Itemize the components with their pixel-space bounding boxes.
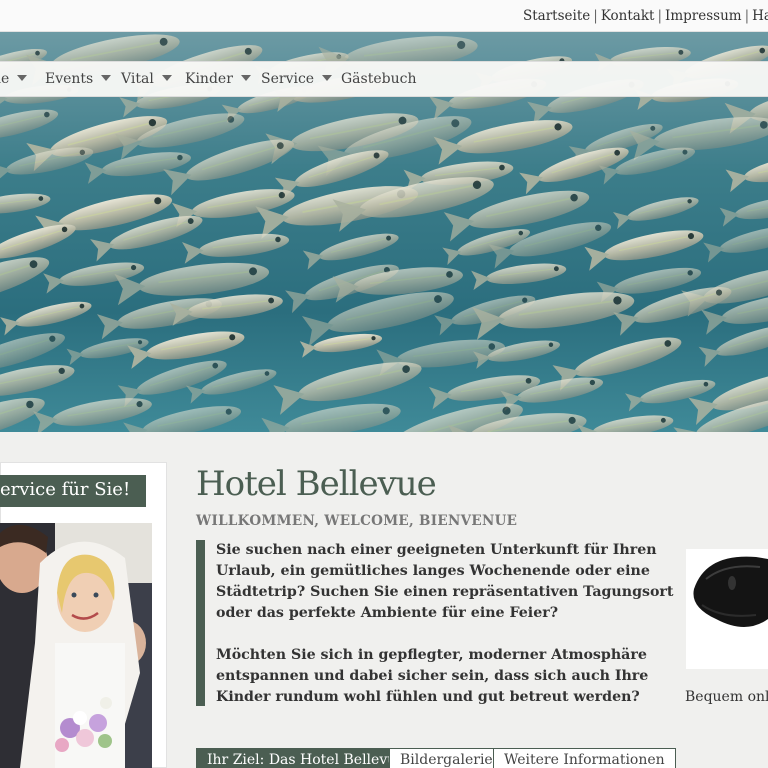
page-title: Hotel Bellevue <box>196 464 437 504</box>
link-kontakt[interactable]: Kontakt <box>601 8 655 24</box>
computer-mouse-image[interactable] <box>686 549 768 669</box>
page-subtitle: WILLKOMMEN, WELCOME, BIENVENUE <box>196 513 518 529</box>
fish-shape <box>576 410 676 432</box>
separator: | <box>593 8 598 24</box>
nav-label: Kinder <box>185 71 233 87</box>
separator: | <box>657 8 662 24</box>
nav-label: ne <box>0 71 10 87</box>
link-startseite[interactable]: Startseite <box>523 8 590 24</box>
nav-item-vital[interactable]: Vital <box>121 71 172 87</box>
service-banner-label: ervice für Sie! <box>0 479 131 500</box>
fish-shape <box>428 368 543 411</box>
intro-paragraph: Möchten Sie sich in gepflegter, moderner… <box>216 647 649 705</box>
nav-item-service[interactable]: Service <box>261 71 333 87</box>
fish-shape <box>0 188 53 221</box>
nav-item-gaestebuch[interactable]: Gästebuch <box>341 71 416 87</box>
intro-blockquote: Sie suchen nach einer geeigneten Unterku… <box>196 540 680 706</box>
fish-shape <box>719 190 768 228</box>
chevron-down-icon <box>161 75 172 81</box>
nav-item-home[interactable]: ne <box>0 71 28 87</box>
fish-shape <box>126 324 248 370</box>
tab-weitere-informationen[interactable]: Weitere Informationen <box>493 748 676 768</box>
top-utility-bar: Startseite|Kontakt|Impressum|Haftu <box>0 0 768 32</box>
top-links: Startseite|Kontakt|Impressum|Haftu <box>523 8 768 24</box>
fish-shape <box>0 295 95 337</box>
tab-bildergalerie[interactable]: Bildergalerie <box>389 748 504 768</box>
service-banner[interactable]: ervice für Sie! <box>0 475 146 507</box>
wedding-illustration <box>0 523 152 768</box>
mouse-illustration <box>686 549 768 669</box>
nav-item-events[interactable]: Events <box>45 71 112 87</box>
link-haftung[interactable]: Haftu <box>752 8 768 24</box>
chevron-down-icon <box>322 75 333 81</box>
fish-shape <box>181 228 291 265</box>
link-impressum[interactable]: Impressum <box>665 8 742 24</box>
wedding-photo[interactable] <box>0 523 152 768</box>
nav-label: Gästebuch <box>341 71 417 87</box>
promo-caption[interactable]: Bequem onlin <box>685 689 768 705</box>
fish-shape <box>32 391 155 432</box>
nav-label: Events <box>45 71 94 87</box>
fish-shape <box>302 226 402 271</box>
main-nav: ne Events Vital Kinder Service Gästebuch <box>0 61 768 97</box>
tab-hotel-bellevue[interactable]: Ihr Ziel: Das Hotel Bellevue <box>196 748 416 768</box>
chevron-down-icon <box>101 75 112 81</box>
nav-label: Service <box>261 71 315 87</box>
fish-shape <box>470 258 568 291</box>
fish-shape <box>0 140 97 185</box>
fish-shape <box>612 191 702 230</box>
intro-paragraph: Sie suchen nach einer geeigneten Unterku… <box>216 542 674 621</box>
nav-item-kinder[interactable]: Kinder <box>185 71 251 87</box>
chevron-down-icon <box>17 75 28 81</box>
fish-shape <box>0 102 62 151</box>
fish-shape <box>702 218 768 264</box>
chevron-down-icon <box>240 75 251 81</box>
separator: | <box>744 8 750 24</box>
nav-label: Vital <box>121 71 154 87</box>
fish-shape <box>724 146 768 193</box>
